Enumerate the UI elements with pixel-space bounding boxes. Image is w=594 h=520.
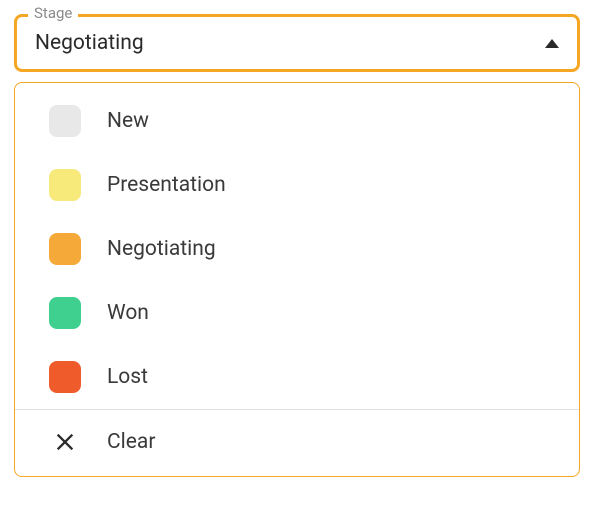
color-swatch [49, 105, 81, 137]
option-label: Won [107, 301, 149, 325]
option-label: Negotiating [107, 237, 216, 261]
stage-select-button[interactable]: Negotiating [14, 14, 580, 72]
color-swatch [49, 169, 81, 201]
option-clear[interactable]: Clear [15, 410, 579, 474]
option-won[interactable]: Won [15, 281, 579, 345]
stage-dropdown: New Presentation Negotiating Won Lost [14, 82, 580, 477]
option-label: Lost [107, 365, 148, 389]
option-presentation[interactable]: Presentation [15, 153, 579, 217]
option-negotiating[interactable]: Negotiating [15, 217, 579, 281]
color-swatch [49, 297, 81, 329]
stage-select: Stage Negotiating New Presentation Negot… [14, 14, 580, 477]
option-new[interactable]: New [15, 89, 579, 153]
clear-label: Clear [107, 430, 155, 454]
clear-icon [49, 426, 81, 458]
field-label: Stage [28, 4, 78, 22]
color-swatch [49, 361, 81, 393]
option-label: New [107, 109, 149, 133]
chevron-up-icon [545, 39, 559, 48]
color-swatch [49, 233, 81, 265]
option-lost[interactable]: Lost [15, 345, 579, 409]
option-label: Presentation [107, 173, 226, 197]
selected-value: Negotiating [35, 31, 144, 55]
